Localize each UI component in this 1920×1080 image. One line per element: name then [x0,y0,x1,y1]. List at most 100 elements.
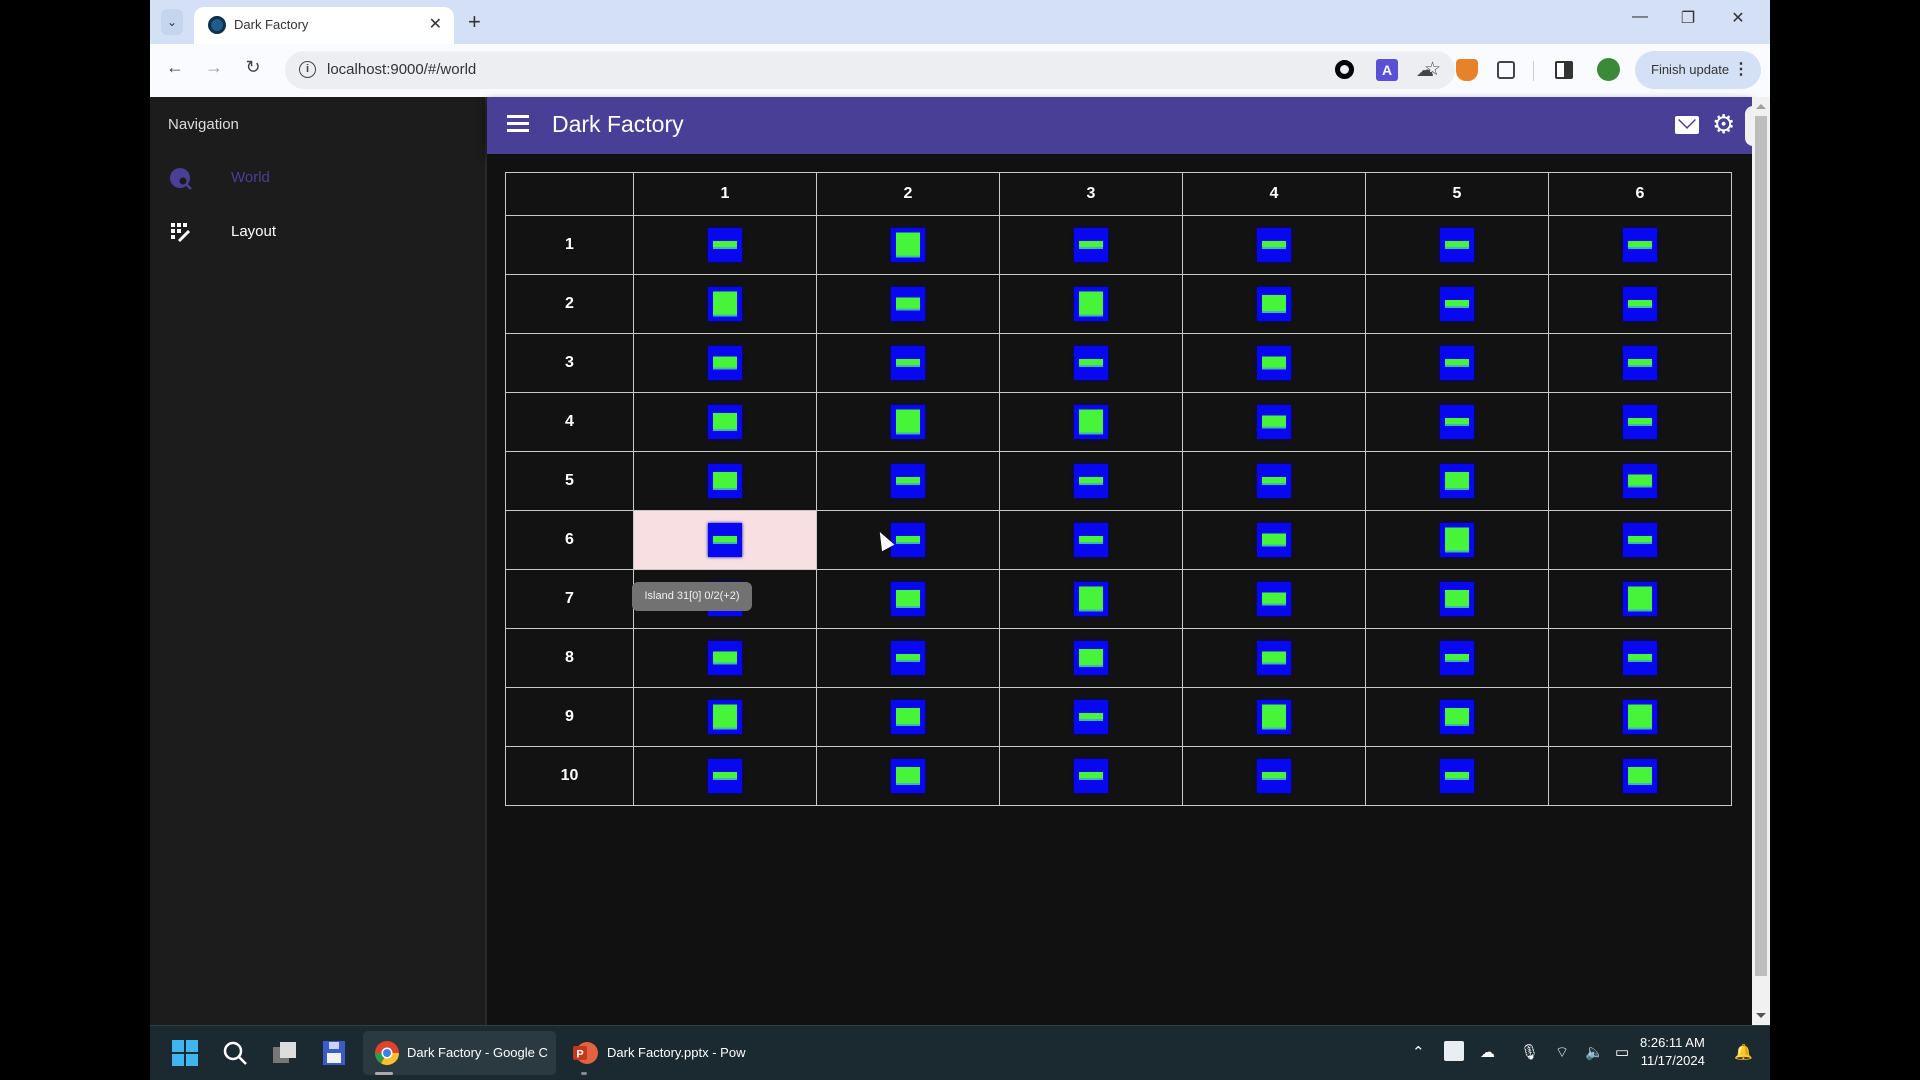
taskbar-app-chrome[interactable]: Dark Factory - Google C [363,1031,556,1075]
grid-cell[interactable] [633,274,817,334]
grid-cell[interactable] [1365,746,1549,806]
grid-cell[interactable] [816,569,1000,629]
grid-cell[interactable] [816,333,1000,393]
island-icon[interactable] [1623,405,1657,439]
battery-charging-icon[interactable]: ▭ [1615,1043,1629,1061]
grid-cell[interactable] [999,687,1183,747]
grid-cell[interactable] [1182,333,1366,393]
island-icon[interactable] [708,464,742,498]
island-icon[interactable] [1074,523,1108,557]
grid-cell[interactable] [1548,215,1732,275]
island-icon[interactable] [1074,464,1108,498]
island-icon[interactable] [1074,582,1108,616]
island-icon[interactable] [708,700,742,734]
grid-cell[interactable] [1548,510,1732,570]
island-icon[interactable] [708,759,742,793]
grid-cell[interactable] [1548,392,1732,452]
island-icon[interactable] [1623,228,1657,262]
island-icon[interactable] [1623,523,1657,557]
island-icon[interactable] [1440,464,1474,498]
grid-cell[interactable] [816,215,1000,275]
island-icon[interactable] [1074,700,1108,734]
reload-button[interactable]: ↻ [241,57,265,78]
scroll-up-arrow[interactable] [1756,104,1766,109]
island-icon[interactable] [891,700,925,734]
island-icon[interactable] [1257,523,1291,557]
island-icon[interactable] [1440,641,1474,675]
grid-cell[interactable] [999,628,1183,688]
grid-cell[interactable] [816,628,1000,688]
address-bar[interactable]: i localhost:9000/#/world ☆ [285,51,1455,89]
island-icon[interactable] [1074,287,1108,321]
forward-button[interactable]: → [202,57,226,78]
grid-cell[interactable] [633,392,817,452]
grid-cell[interactable] [1548,274,1732,334]
taskbar-app-powerpoint[interactable]: P Dark Factory.pptx - Pow [563,1031,763,1075]
back-button[interactable]: ← [163,57,187,78]
island-icon[interactable] [1440,287,1474,321]
grid-cell[interactable] [999,451,1183,511]
grid-cell[interactable] [1182,746,1366,806]
grid-cell[interactable] [633,746,817,806]
grid-cell[interactable] [1182,628,1366,688]
island-icon[interactable] [708,228,742,262]
island-icon[interactable] [1623,287,1657,321]
island-icon[interactable] [1623,464,1657,498]
island-icon[interactable] [891,641,925,675]
search-icon[interactable] [221,1039,249,1067]
scroll-thumb[interactable] [1755,116,1767,976]
island-icon[interactable] [891,464,925,498]
island-icon[interactable] [1257,287,1291,321]
island-icon[interactable] [1440,582,1474,616]
island-icon[interactable] [1074,228,1108,262]
island-icon[interactable] [891,582,925,616]
island-icon[interactable] [1257,700,1291,734]
page-scrollbar[interactable] [1752,97,1770,1025]
grid-cell[interactable] [1548,569,1732,629]
island-icon[interactable] [1257,346,1291,380]
island-icon[interactable] [1074,759,1108,793]
grid-cell[interactable] [999,215,1183,275]
grid-cell[interactable] [1365,215,1549,275]
gear-icon[interactable]: ⚙ [1712,111,1735,137]
menu-kebab-icon[interactable]: ⋮ [1733,59,1749,79]
task-view-icon[interactable] [271,1039,299,1067]
cloud-extension-icon[interactable]: ☁ [1416,59,1438,81]
mail-icon[interactable] [1675,116,1699,134]
finish-update-button[interactable]: Finish update ⋮ [1635,51,1761,89]
menu-hamburger-icon[interactable] [507,115,529,133]
island-icon[interactable] [1074,641,1108,675]
grid-cell[interactable] [1182,215,1366,275]
grid-cell[interactable] [999,274,1183,334]
circle-extension-icon[interactable] [1335,60,1354,79]
windows-start-icon[interactable] [171,1039,199,1067]
island-icon[interactable] [1440,346,1474,380]
grid-cell[interactable] [1365,274,1549,334]
grid-cell[interactable] [633,451,817,511]
grid-cell[interactable] [999,333,1183,393]
island-icon[interactable] [1257,464,1291,498]
island-icon[interactable] [1623,582,1657,616]
side-panel-icon[interactable] [1555,61,1573,79]
system-clock[interactable]: 8:26:11 AM 11/17/2024 [1640,1034,1705,1070]
a-extension-icon[interactable]: A [1376,59,1398,81]
grid-cell[interactable] [1182,392,1366,452]
island-icon[interactable] [1257,582,1291,616]
microphone-icon[interactable]: 🎙 [1520,1043,1539,1061]
grid-cell[interactable] [816,746,1000,806]
restore-button[interactable]: ❐ [1668,8,1708,28]
metamask-fox-icon[interactable] [1456,59,1478,81]
island-icon[interactable] [1623,346,1657,380]
sidebar-item-world[interactable]: World [150,154,485,204]
grid-cell[interactable] [1548,687,1732,747]
volume-icon[interactable]: 🔈 [1585,1043,1604,1061]
url-text[interactable]: localhost:9000/#/world [327,61,476,78]
grid-cell[interactable] [1548,628,1732,688]
tab-search-button[interactable]: ⌄ [161,9,183,35]
grid-cell[interactable] [999,392,1183,452]
grid-cell[interactable] [1365,333,1549,393]
close-tab-icon[interactable]: ✕ [429,14,442,34]
grid-cell[interactable] [1365,687,1549,747]
grid-cell[interactable] [633,687,817,747]
island-icon[interactable] [1440,523,1474,557]
